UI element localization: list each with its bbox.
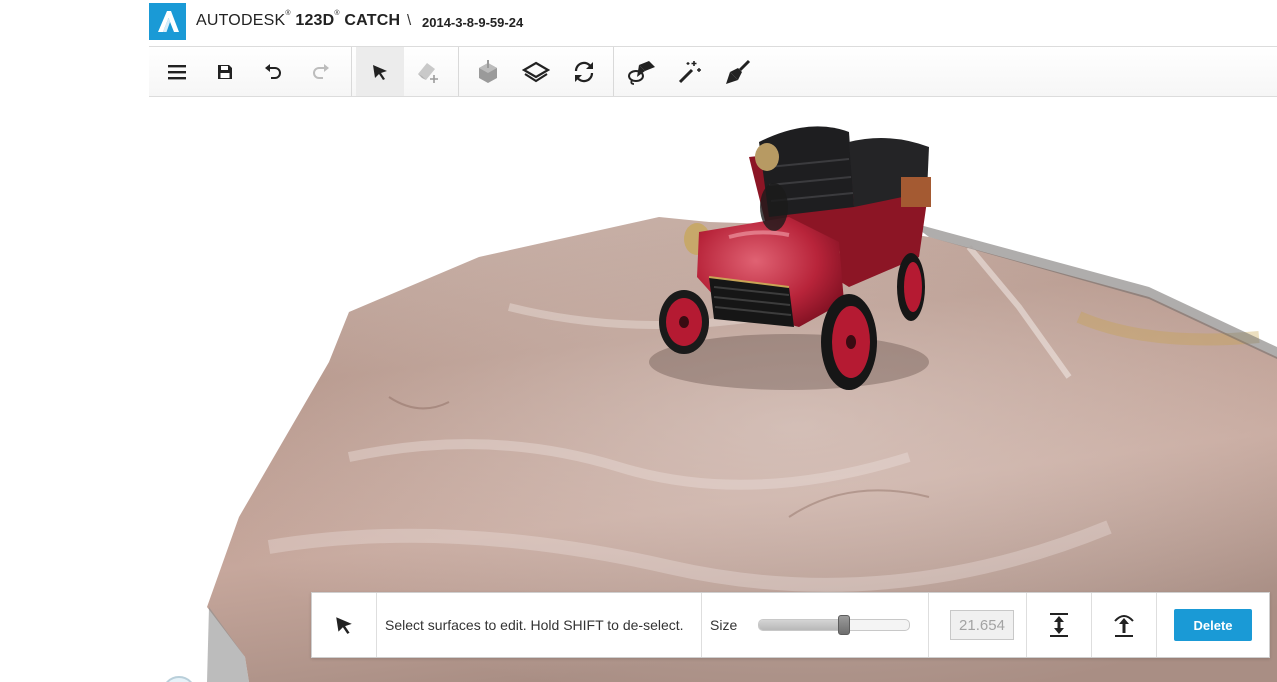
3d-viewport[interactable]: Select surfaces to edit. Hold SHIFT to d… <box>149 97 1277 682</box>
instruction-text: Select surfaces to edit. Hold SHIFT to d… <box>385 617 684 633</box>
trademark-mark: ® <box>285 10 291 17</box>
undo-button[interactable] <box>249 47 297 96</box>
select-tool-button[interactable] <box>356 47 404 96</box>
brand-name: AUTODESK <box>196 12 286 29</box>
paint-brush-button[interactable] <box>714 47 762 96</box>
breadcrumb-separator: \ <box>407 12 412 29</box>
panel-divider <box>928 593 929 657</box>
delete-button[interactable]: Delete <box>1174 609 1252 641</box>
size-slider[interactable] <box>758 619 910 631</box>
main-toolbar <box>149 47 1277 109</box>
app-window: AUTODESK® 123D® CATCH \ 2014-3-8-9-59-24 <box>149 0 1277 682</box>
size-value-field[interactable]: 21.654 <box>950 610 1014 640</box>
eraser-add-icon <box>418 62 438 83</box>
redo-icon <box>313 63 329 79</box>
solid-cube-icon <box>479 59 497 83</box>
lasso-select-icon <box>628 60 655 85</box>
autodesk-logo-icon <box>149 3 186 40</box>
toolbar-divider <box>351 47 352 96</box>
redo-button[interactable] <box>297 47 345 96</box>
title-bar: AUTODESK® 123D® CATCH \ 2014-3-8-9-59-24 <box>149 0 1277 47</box>
size-slider-handle[interactable] <box>838 615 850 635</box>
panel-divider <box>701 593 702 657</box>
layers-button[interactable] <box>512 47 560 96</box>
expand-selection-button[interactable] <box>1027 593 1091 657</box>
smooth-selection-button[interactable] <box>1092 593 1156 657</box>
app-brand: AUTODESK® 123D® CATCH <box>196 10 401 30</box>
size-label: Size <box>710 617 738 633</box>
hamburger-menu-icon <box>168 64 186 79</box>
size-slider-fill <box>759 620 844 630</box>
refresh-button[interactable] <box>560 47 608 96</box>
paint-brush-icon <box>726 59 751 84</box>
brand-product: 123D <box>295 12 335 29</box>
panel-divider <box>376 593 377 657</box>
shrink-selection-icon <box>1114 615 1134 637</box>
select-arrow-icon <box>373 64 387 80</box>
brand-product-suffix: CATCH <box>344 12 401 29</box>
eraser-add-button[interactable] <box>404 47 452 96</box>
toolbar-divider <box>613 47 614 96</box>
menu-button[interactable] <box>153 47 201 96</box>
magic-wand-button[interactable] <box>666 47 714 96</box>
save-button[interactable] <box>201 47 249 96</box>
edit-tool-panel: Select surfaces to edit. Hold SHIFT to d… <box>311 592 1270 658</box>
instruction-cell: Select surfaces to edit. Hold SHIFT to d… <box>385 593 684 657</box>
toolbar-divider <box>458 47 459 96</box>
trademark-mark-2: ® <box>334 10 340 17</box>
lasso-select-button[interactable] <box>618 47 666 96</box>
solidify-button[interactable] <box>464 47 512 96</box>
panel-divider <box>1156 593 1157 657</box>
project-name: 2014-3-8-9-59-24 <box>422 15 524 30</box>
rotate-icon <box>574 61 594 82</box>
select-mode-button[interactable] <box>312 593 376 657</box>
save-icon <box>218 64 232 79</box>
grow-selection-icon <box>1050 613 1068 637</box>
select-arrow-icon <box>336 617 352 634</box>
size-label-cell: Size <box>710 593 737 657</box>
undo-icon <box>265 63 281 79</box>
magic-wand-icon <box>678 60 701 83</box>
layers-icon <box>522 61 550 82</box>
